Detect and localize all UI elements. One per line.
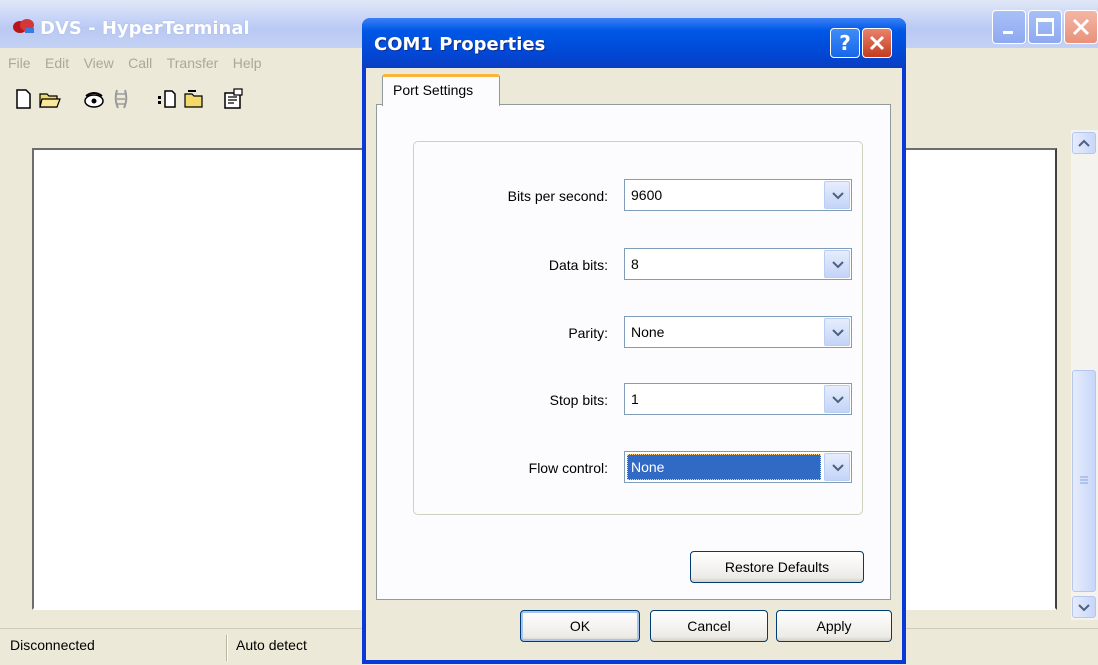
stop-bits-value: 1	[631, 391, 639, 407]
help-icon: ?	[839, 31, 851, 55]
close-button[interactable]	[1064, 10, 1098, 44]
hyperterminal-title: DVS - HyperTerminal	[40, 18, 250, 39]
chevron-down-icon[interactable]	[824, 385, 850, 413]
stop-bits-select[interactable]: 1	[624, 383, 852, 415]
bits-per-second-value: 9600	[631, 187, 663, 203]
dialog-titlebar[interactable]: COM1 Properties ?	[362, 18, 906, 68]
vertical-scrollbar[interactable]	[1071, 130, 1098, 620]
bits-per-second-label: Bits per second:	[507, 188, 608, 204]
dialog-close-button[interactable]	[862, 28, 892, 58]
flow-control-value: None	[631, 459, 665, 475]
chevron-down-icon[interactable]	[824, 318, 850, 346]
chevron-down-icon[interactable]	[824, 181, 850, 209]
dialog-title: COM1 Properties	[374, 34, 546, 55]
close-icon	[869, 35, 885, 51]
send-icon[interactable]	[156, 88, 178, 110]
data-bits-label: Data bits:	[548, 257, 608, 273]
maximize-button[interactable]	[1028, 10, 1062, 44]
open-icon[interactable]	[38, 88, 61, 110]
parity-value: None	[631, 324, 665, 340]
apply-button[interactable]: Apply	[776, 610, 892, 642]
restore-defaults-button[interactable]: Restore Defaults	[690, 551, 864, 583]
chevron-down-icon[interactable]	[824, 250, 850, 278]
connect-icon[interactable]	[82, 88, 104, 110]
help-button[interactable]: ?	[830, 28, 860, 58]
flow-control-select[interactable]: None	[624, 451, 852, 483]
parity-label: Parity:	[568, 325, 608, 341]
scroll-down-button[interactable]	[1072, 596, 1096, 618]
scroll-up-button[interactable]	[1072, 132, 1096, 154]
terminal-screen[interactable]	[32, 148, 368, 610]
bits-per-second-select[interactable]: 9600	[624, 179, 852, 211]
terminal-screen-right[interactable]	[903, 148, 1057, 610]
menu-transfer[interactable]: Transfer	[167, 50, 219, 76]
menu-edit[interactable]: Edit	[45, 50, 69, 76]
flow-control-label: Flow control:	[528, 460, 608, 476]
status-connection: Disconnected	[10, 637, 95, 653]
tab-port-settings[interactable]: Port Settings	[382, 74, 500, 106]
minimize-button[interactable]	[992, 10, 1026, 44]
settings-group: Bits per second: 9600 Data bits: 8 Parit…	[413, 141, 863, 515]
ok-button[interactable]: OK	[520, 610, 640, 642]
status-divider	[226, 635, 228, 661]
receive-icon[interactable]	[182, 88, 204, 110]
chevron-down-icon[interactable]	[824, 453, 850, 481]
status-detect: Auto detect	[236, 637, 307, 653]
toolbar	[8, 82, 368, 116]
menu-bar: File Edit View Call Transfer Help	[0, 50, 360, 76]
cancel-button[interactable]: Cancel	[650, 610, 768, 642]
scroll-thumb[interactable]	[1072, 370, 1096, 592]
stop-bits-label: Stop bits:	[549, 392, 608, 408]
tab-port-settings-label: Port Settings	[393, 82, 474, 98]
menu-view[interactable]: View	[84, 50, 114, 76]
new-icon[interactable]	[12, 88, 34, 110]
data-bits-value: 8	[631, 256, 639, 272]
menu-file[interactable]: File	[8, 50, 31, 76]
menu-help[interactable]: Help	[233, 50, 262, 76]
port-settings-panel: Bits per second: 9600 Data bits: 8 Parit…	[376, 104, 891, 600]
menu-call[interactable]: Call	[128, 50, 152, 76]
data-bits-select[interactable]: 8	[624, 248, 852, 280]
parity-select[interactable]: None	[624, 316, 852, 348]
properties-icon[interactable]	[222, 88, 244, 110]
disconnect-icon[interactable]	[110, 88, 132, 110]
hyperterminal-app-icon	[12, 16, 34, 34]
com1-properties-dialog: COM1 Properties ? Port Settings Bits per…	[362, 18, 906, 664]
